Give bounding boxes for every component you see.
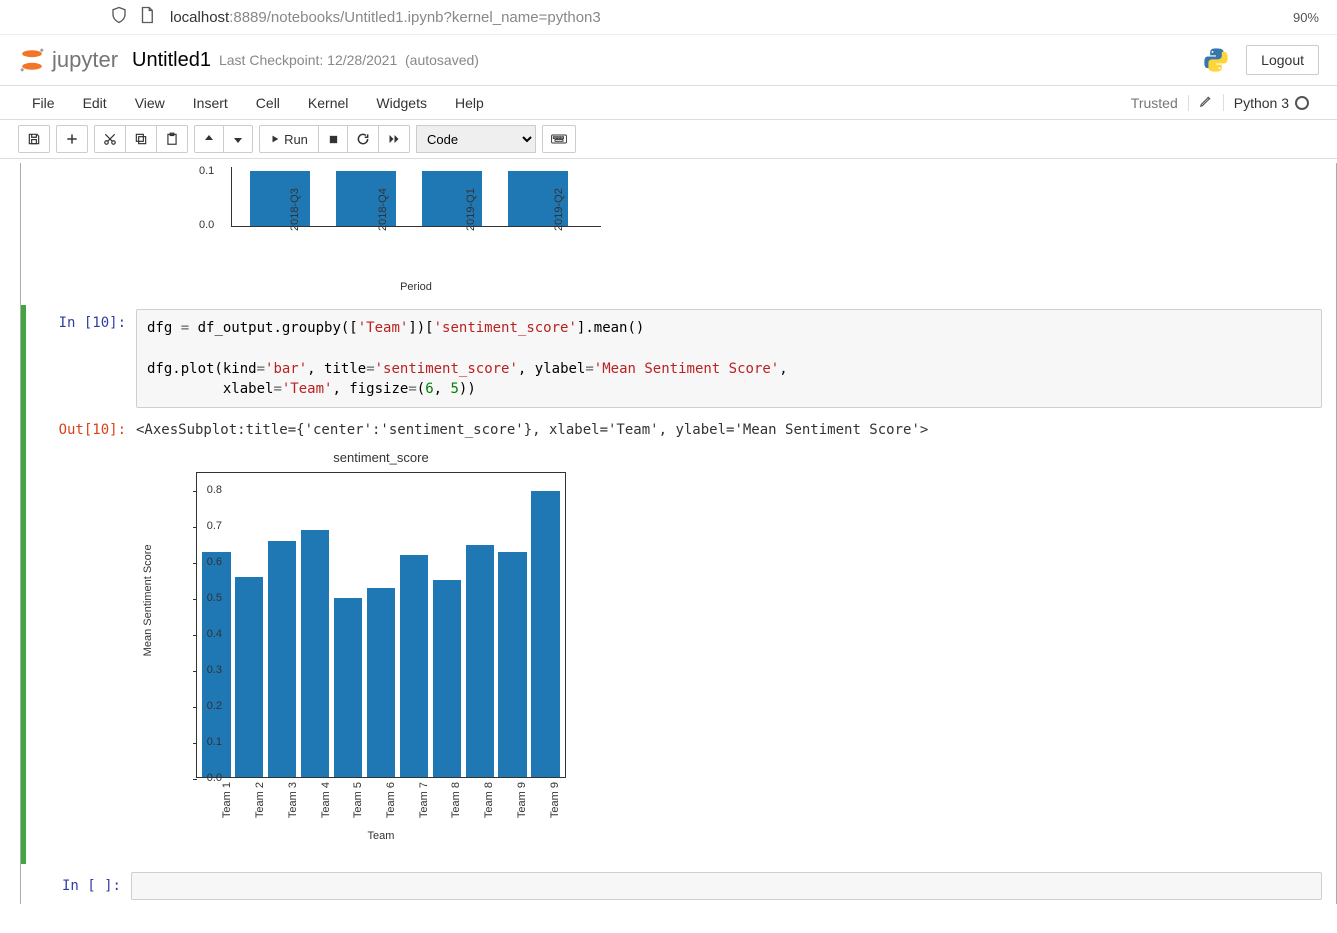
menu-kernel[interactable]: Kernel xyxy=(294,86,362,120)
bar xyxy=(367,588,396,778)
shield-icon xyxy=(110,6,128,28)
x-tick-label: Team 7 xyxy=(418,782,430,818)
x-tick-label: Team 4 xyxy=(320,782,332,818)
paste-button[interactable] xyxy=(156,125,188,153)
y-tick-label: 0.0 xyxy=(207,772,222,784)
bar xyxy=(531,491,560,777)
notebook-name[interactable]: Untitled1 xyxy=(132,49,211,72)
logout-button[interactable]: Logout xyxy=(1246,45,1319,75)
menu-view[interactable]: View xyxy=(121,86,179,120)
cell-output-partial: 0.1 0.0 2018-Q3 2018-Q4 2019-Q1 2019-Q2 … xyxy=(21,163,1336,301)
x-tick-label: Team 1 xyxy=(221,782,233,818)
x-tick-label: Team 2 xyxy=(254,782,266,818)
add-cell-button[interactable] xyxy=(56,125,88,153)
x-tick-label: Team 8 xyxy=(483,782,495,818)
y-tick-label: 0.6 xyxy=(207,556,222,568)
jupyter-wordmark: jupyter xyxy=(52,47,118,73)
menu-help[interactable]: Help xyxy=(441,86,498,120)
cut-button[interactable] xyxy=(94,125,126,153)
document-icon xyxy=(138,6,156,28)
bar xyxy=(433,580,462,777)
x-tick-label: Team 8 xyxy=(450,782,462,818)
toolbar: Run Code xyxy=(0,120,1337,159)
notebook-header: jupyter Untitled1 Last Checkpoint: 12/28… xyxy=(0,35,1337,86)
cell-in-10[interactable]: In [10]: dfg = df_output.groupby(['Team'… xyxy=(21,305,1336,864)
bar xyxy=(498,552,527,777)
jupyter-icon xyxy=(18,46,46,74)
chart-sentiment-score: sentiment_score Mean Sentiment Score Tea… xyxy=(136,450,596,860)
chart-period-partial: 0.1 0.0 2018-Q3 2018-Q4 2019-Q1 2019-Q2 … xyxy=(171,167,601,297)
y-tick-label: 0.3 xyxy=(207,664,222,676)
cell-type-select[interactable]: Code xyxy=(416,125,536,153)
code-input[interactable] xyxy=(131,872,1322,900)
save-button[interactable] xyxy=(18,125,50,153)
copy-button[interactable] xyxy=(125,125,157,153)
browser-url-bar: localhost:8889/notebooks/Untitled1.ipynb… xyxy=(0,0,1337,35)
bar xyxy=(466,545,495,777)
menubar: File Edit View Insert Cell Kernel Widget… xyxy=(0,86,1337,120)
code-input[interactable]: dfg = df_output.groupby(['Team'])['senti… xyxy=(136,309,1322,408)
bar xyxy=(301,530,330,777)
kernel-status-icon xyxy=(1295,96,1309,110)
run-button[interactable]: Run xyxy=(259,125,319,153)
url-text[interactable]: localhost:8889/notebooks/Untitled1.ipynb… xyxy=(170,9,1293,26)
menu-insert[interactable]: Insert xyxy=(179,86,242,120)
y-tick-label: 0.8 xyxy=(207,484,222,496)
bar xyxy=(334,598,363,777)
notebook-container: 0.1 0.0 2018-Q3 2018-Q4 2019-Q1 2019-Q2 … xyxy=(0,163,1337,904)
prompt-out: Out[10]: xyxy=(26,416,136,860)
bar xyxy=(400,555,429,777)
y-tick-label: 0.2 xyxy=(207,700,222,712)
trusted-indicator[interactable]: Trusted xyxy=(1121,95,1189,111)
jupyter-logo[interactable]: jupyter xyxy=(18,46,118,74)
edit-icon[interactable] xyxy=(1189,94,1224,111)
bar xyxy=(268,541,297,777)
move-up-button[interactable] xyxy=(194,125,224,153)
menu-edit[interactable]: Edit xyxy=(69,86,121,120)
zoom-level: 90% xyxy=(1293,10,1319,25)
restart-run-all-button[interactable] xyxy=(378,125,410,153)
x-tick-label: Team 9 xyxy=(549,782,561,818)
checkpoint-text: Last Checkpoint: 12/28/2021 (autosaved) xyxy=(219,52,479,68)
interrupt-button[interactable] xyxy=(318,125,348,153)
prompt-in: In [ ]: xyxy=(21,872,131,900)
python-icon xyxy=(1202,46,1230,74)
bar xyxy=(250,171,310,226)
y-tick-label: 0.4 xyxy=(207,628,222,640)
menu-file[interactable]: File xyxy=(18,86,69,120)
output-text: <AxesSubplot:title={'center':'sentiment_… xyxy=(136,416,1322,444)
menu-cell[interactable]: Cell xyxy=(242,86,294,120)
command-palette-button[interactable] xyxy=(542,125,576,153)
kernel-indicator[interactable]: Python 3 xyxy=(1224,95,1319,111)
x-tick-label: Team 9 xyxy=(516,782,528,818)
restart-button[interactable] xyxy=(347,125,379,153)
cell-empty[interactable]: In [ ]: xyxy=(21,868,1336,904)
move-down-button[interactable] xyxy=(223,125,253,153)
x-tick-label: Team 5 xyxy=(352,782,364,818)
y-tick-label: 0.5 xyxy=(207,592,222,604)
y-tick-label: 0.1 xyxy=(207,736,222,748)
bar xyxy=(235,577,264,777)
x-tick-label: Team 6 xyxy=(385,782,397,818)
y-tick-label: 0.7 xyxy=(207,520,222,532)
x-tick-label: Team 3 xyxy=(287,782,299,818)
menu-widgets[interactable]: Widgets xyxy=(362,86,441,120)
